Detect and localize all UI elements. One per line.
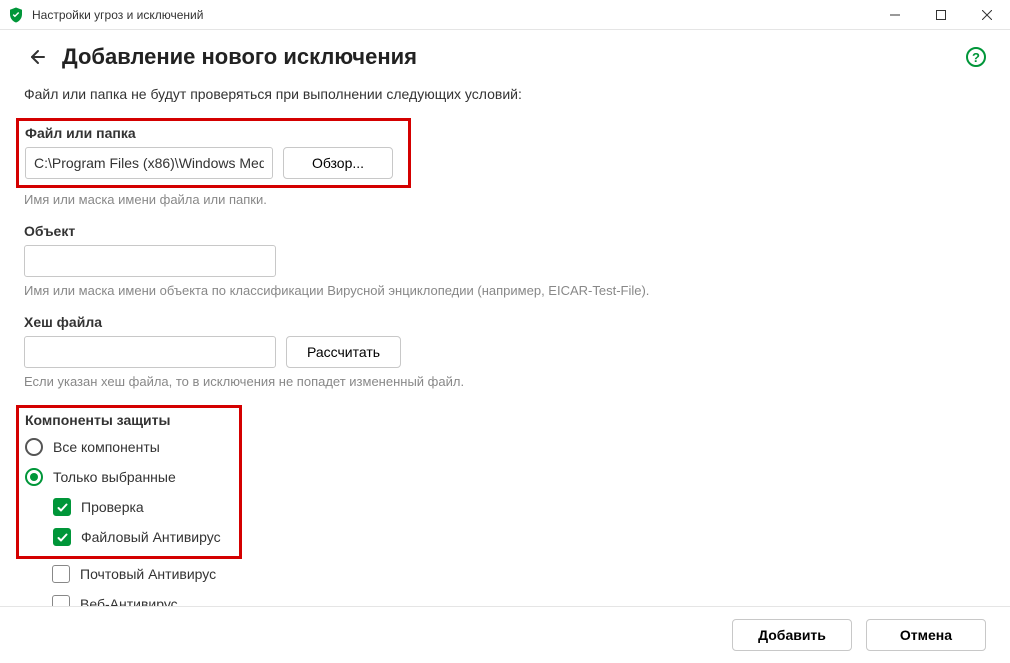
- highlight-components-section: Компоненты защиты Все компоненты Только …: [16, 405, 242, 559]
- radio-selected-label: Только выбранные: [53, 469, 176, 485]
- window-controls: [872, 0, 1010, 29]
- window-title: Настройки угроз и исключений: [32, 8, 872, 22]
- back-button[interactable]: [24, 45, 48, 69]
- maximize-button[interactable]: [918, 0, 964, 29]
- checkbox-label: Почтовый Антивирус: [80, 566, 216, 582]
- checkbox-list-rest: Почтовый Антивирус Веб-Антивирус: [24, 565, 986, 606]
- content-scroll[interactable]: Файл или папка не будут проверяться при …: [0, 78, 1010, 606]
- file-path-input[interactable]: [25, 147, 273, 179]
- checkbox-icon: [52, 565, 70, 583]
- add-button[interactable]: Добавить: [732, 619, 852, 651]
- file-folder-label: Файл или папка: [25, 125, 400, 141]
- hash-section: Хеш файла Рассчитать: [24, 314, 986, 368]
- object-input[interactable]: [24, 245, 276, 277]
- checkbox-file-av[interactable]: Файловый Антивирус: [53, 528, 233, 546]
- checkbox-icon: [53, 498, 71, 516]
- cancel-button[interactable]: Отмена: [866, 619, 986, 651]
- object-hint: Имя или маска имени объекта по классифик…: [24, 283, 986, 298]
- calculate-button[interactable]: Рассчитать: [286, 336, 401, 368]
- radio-icon: [25, 438, 43, 456]
- page-title: Добавление нового исключения: [62, 44, 966, 70]
- hash-row: Рассчитать: [24, 336, 986, 368]
- title-bar: Настройки угроз и исключений: [0, 0, 1010, 30]
- checkbox-list-inside: Проверка Файловый Антивирус: [25, 498, 233, 546]
- checkbox-label: Веб-Антивирус: [80, 596, 178, 606]
- components-label: Компоненты защиты: [25, 412, 233, 428]
- checkbox-mail-av[interactable]: Почтовый Антивирус: [52, 565, 986, 583]
- object-label: Объект: [24, 223, 986, 239]
- file-folder-row: Обзор...: [25, 147, 400, 179]
- intro-text: Файл или папка не будут проверяться при …: [24, 86, 986, 102]
- checkbox-label: Файловый Антивирус: [81, 529, 221, 545]
- hash-label: Хеш файла: [24, 314, 986, 330]
- radio-all-components[interactable]: Все компоненты: [25, 438, 233, 456]
- object-section: Объект: [24, 223, 986, 277]
- content: Файл или папка не будут проверяться при …: [0, 78, 1010, 606]
- help-icon[interactable]: ?: [966, 47, 986, 67]
- radio-icon: [25, 468, 43, 486]
- minimize-button[interactable]: [872, 0, 918, 29]
- highlight-file-section: Файл или папка Обзор...: [16, 118, 411, 188]
- checkbox-label: Проверка: [81, 499, 144, 515]
- footer: Добавить Отмена: [0, 606, 1010, 663]
- checkbox-icon: [53, 528, 71, 546]
- shield-icon: [8, 7, 24, 23]
- radio-selected-components[interactable]: Только выбранные: [25, 468, 233, 486]
- checkbox-icon: [52, 595, 70, 606]
- browse-button[interactable]: Обзор...: [283, 147, 393, 179]
- radio-all-label: Все компоненты: [53, 439, 160, 455]
- file-folder-hint: Имя или маска имени файла или папки.: [24, 192, 986, 207]
- page-header: Добавление нового исключения ?: [0, 30, 1010, 78]
- checkbox-scan[interactable]: Проверка: [53, 498, 233, 516]
- close-button[interactable]: [964, 0, 1010, 29]
- hash-input[interactable]: [24, 336, 276, 368]
- checkbox-web-av[interactable]: Веб-Антивирус: [52, 595, 986, 606]
- hash-hint: Если указан хеш файла, то в исключения н…: [24, 374, 986, 389]
